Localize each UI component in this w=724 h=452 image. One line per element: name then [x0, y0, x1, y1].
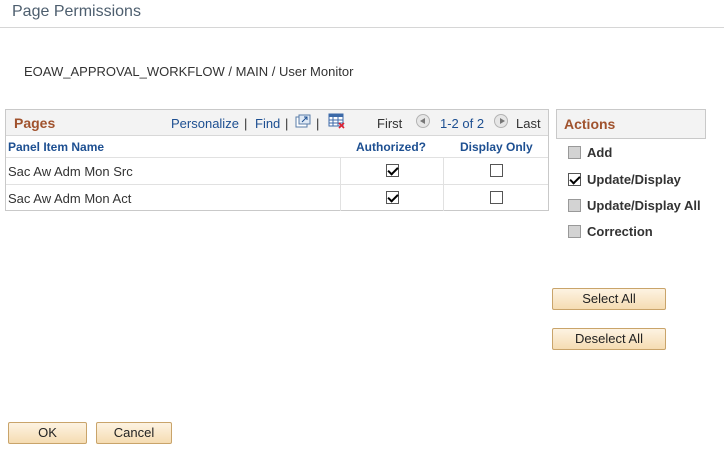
deselect-all-button[interactable]: Deselect All — [552, 328, 666, 350]
download-grid-icon[interactable] — [328, 113, 346, 129]
action-label: Add — [587, 145, 613, 160]
authorized-checkbox[interactable] — [386, 164, 399, 177]
display-only-checkbox[interactable] — [490, 191, 503, 204]
separator: | — [244, 116, 248, 131]
first-label: First — [377, 116, 403, 131]
separator: | — [285, 116, 289, 131]
previous-page-icon[interactable] — [416, 114, 430, 128]
action-label: Update/Display All — [587, 198, 701, 213]
select-all-button[interactable]: Select All — [552, 288, 666, 310]
table-row: Sac Aw Adm Mon Act — [6, 184, 548, 211]
personalize-link[interactable]: Personalize — [171, 116, 239, 131]
page-title: Page Permissions — [12, 3, 141, 20]
row-range: 1-2 of 2 — [440, 116, 485, 131]
display-only-checkbox[interactable] — [490, 164, 503, 177]
separator: | — [316, 116, 320, 131]
ok-button[interactable]: OK — [8, 422, 87, 444]
column-header-display-only[interactable]: Display Only — [460, 137, 533, 157]
next-page-icon[interactable] — [494, 114, 508, 128]
breadcrumb: EOAW_APPROVAL_WORKFLOW / MAIN / User Mon… — [24, 64, 354, 79]
column-header-authorized[interactable]: Authorized? — [356, 137, 426, 157]
pages-grid: Pages Personalize | Find | | First 1-2 o… — [5, 109, 549, 211]
column-header-panel-item-name[interactable]: Panel Item Name — [8, 137, 104, 157]
authorized-checkbox[interactable] — [386, 191, 399, 204]
title-divider — [0, 27, 724, 28]
correction-checkbox[interactable] — [568, 225, 581, 238]
grid-header: Pages Personalize | Find | | First 1-2 o… — [6, 110, 548, 136]
view-all-icon[interactable] — [295, 114, 311, 128]
grid-title: Pages — [14, 115, 56, 131]
update-display-all-checkbox[interactable] — [568, 199, 581, 212]
last-label: Last — [516, 116, 541, 131]
add-checkbox[interactable] — [568, 146, 581, 159]
action-label: Correction — [587, 224, 653, 239]
find-link[interactable]: Find — [255, 116, 280, 131]
action-label: Update/Display — [587, 172, 681, 187]
actions-title: Actions — [564, 116, 616, 132]
table-row: Sac Aw Adm Mon Src — [6, 157, 548, 184]
panel-item-name: Sac Aw Adm Mon Act — [8, 191, 132, 206]
update-display-checkbox[interactable] — [568, 173, 581, 186]
panel-item-name: Sac Aw Adm Mon Src — [8, 164, 133, 179]
cancel-button[interactable]: Cancel — [96, 422, 172, 444]
actions-header: Actions — [556, 109, 706, 139]
